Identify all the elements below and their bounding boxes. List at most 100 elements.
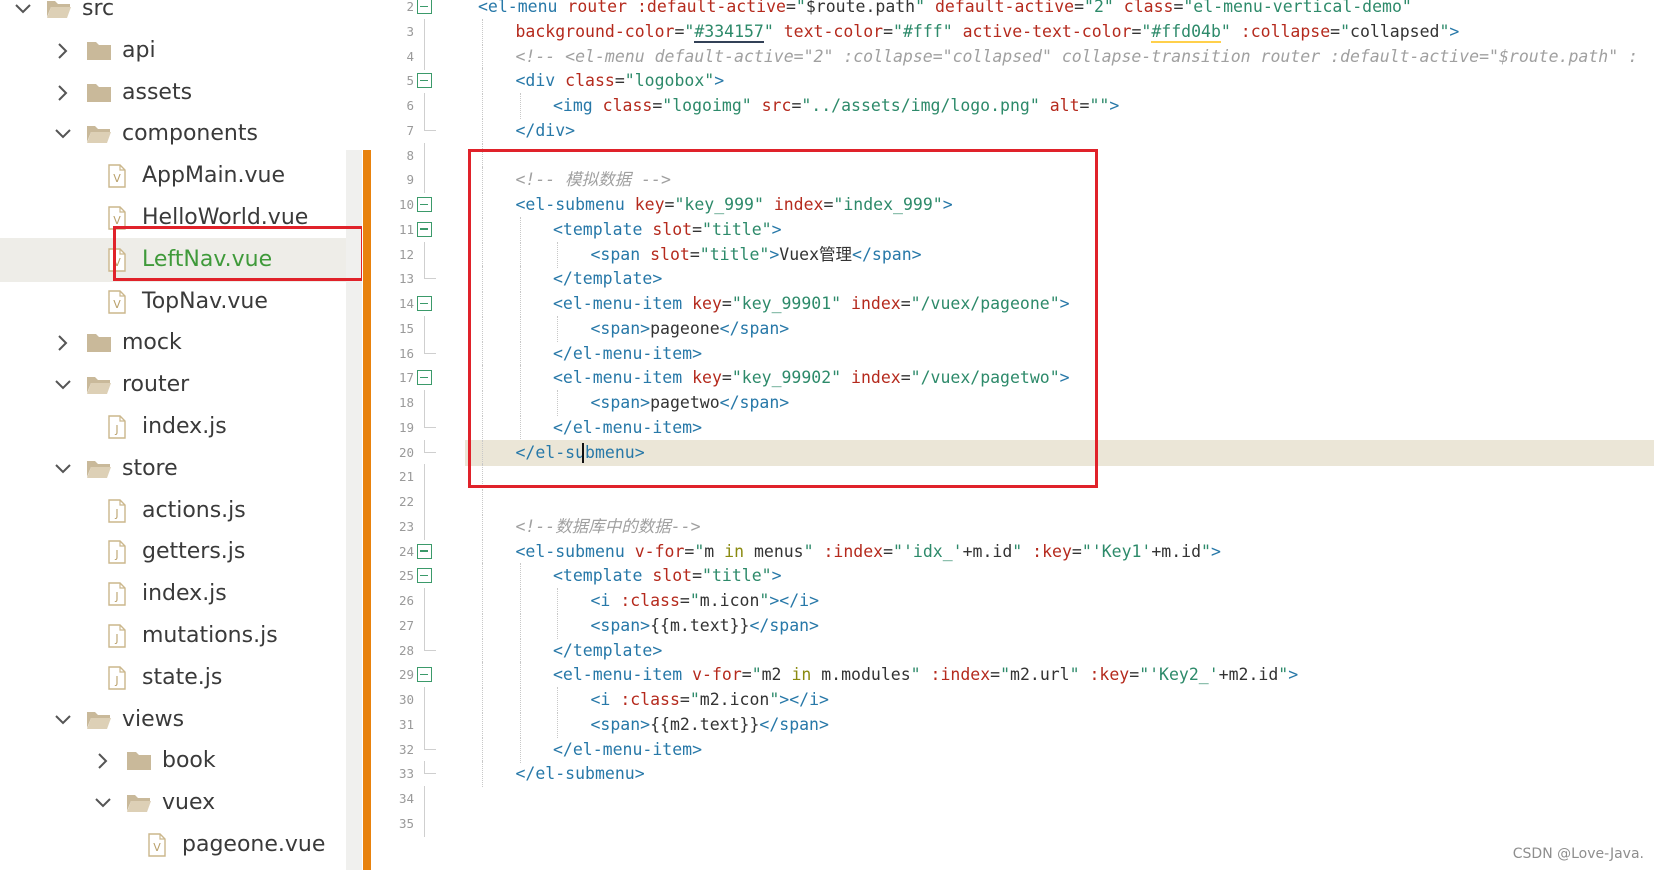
indent-guide [519,736,521,763]
code-line[interactable]: 34 [371,786,1654,812]
folder-open-icon [86,458,112,480]
indent-guide [482,68,483,95]
fold-end-marker [424,748,436,750]
code-token: index [851,368,901,388]
fold-collapse-icon[interactable] [417,221,432,237]
code-line[interactable]: 24 <el-submenu v-for="m in menus" :index=… [371,538,1654,565]
code-line[interactable]: 4 <!-- <el-menu default-active="2" :colla… [371,43,1654,70]
fold-collapse-icon[interactable] [417,568,432,584]
code-line[interactable]: 30 <i :class="m2.icon"></i> [371,687,1654,713]
code-line[interactable]: 35 [371,810,1654,837]
code-line[interactable]: 23 <!--数据库中的数据--> [371,513,1654,540]
tree-file[interactable]: Jmutations.js [0,614,362,658]
code-line[interactable]: 27 <span>{{m.text}}</span> [371,612,1654,639]
code-line[interactable]: 31 <span>{{m2.text}}</span> [371,711,1654,738]
code-line[interactable]: 10 <el-submenu key="key_999" index="index… [371,192,1654,218]
code-token: <i [590,591,621,610]
tree-folder[interactable]: router [0,363,362,407]
fold-collapse-icon[interactable] [417,73,432,89]
code-line[interactable]: 15 <span>pageone</span> [371,315,1654,342]
code-line[interactable]: 14 <el-menu-item key="key_99901" index="/… [371,291,1654,317]
fold-collapse-icon[interactable] [417,197,432,212]
code-text: <!-- <el-menu default-active="2" :collap… [516,44,1639,70]
code-line[interactable]: 5 <div class="logobox"> [371,68,1654,95]
tree-folder[interactable]: store [0,447,362,491]
tree-folder[interactable]: book [0,739,362,783]
code-line[interactable]: 21 [371,464,1654,491]
tree-file[interactable]: Jactions.js [0,489,362,533]
watermark: CSDN @Love-Java. [1512,846,1644,862]
tree-folder[interactable]: views [0,698,362,742]
code-token: " [915,0,935,16]
code-line[interactable]: 33 </el-submenu> [371,761,1654,788]
tree-file[interactable]: Jindex.js [0,572,362,616]
code-line[interactable]: 20 </el-submenu> [371,439,1654,466]
tree-file[interactable]: Jstate.js [0,656,362,700]
fold-collapse-icon[interactable] [417,667,432,683]
tree-folder[interactable]: components [0,112,362,156]
code-line[interactable]: 26 <i :class="m.icon"></i> [371,588,1654,614]
file-explorer: src api assets components V AppMain.vue V Hello… [0,0,362,870]
tree-folder[interactable]: mock [0,321,362,365]
tree-folder[interactable]: vuex [0,781,362,825]
code-line[interactable]: 11 <template slot="title"> [371,216,1654,243]
indent-guide [519,241,521,268]
code-editor[interactable]: 2 <el-menu router :default-active="$route… [371,0,1654,870]
code-line[interactable]: 32 </el-menu-item> [371,736,1654,763]
tree-folder[interactable]: assets [0,71,362,115]
code-line[interactable]: 12 <span slot="title">Vuex管理</span> [371,241,1654,268]
tree-file[interactable]: V AppMain.vue [0,154,362,198]
tree-item-label: TopNav.vue [142,288,268,314]
code-line[interactable]: 6 <img class="logoimg" src="../assets/img… [371,93,1654,119]
tree-file[interactable]: Jgetters.js [0,530,362,574]
code-line[interactable]: 28 </template> [371,637,1654,664]
code-line[interactable]: 22 [371,489,1654,515]
code-text: </el-menu-item> [553,341,702,367]
code-line[interactable]: 25 <template slot="title"> [371,563,1654,590]
fold-end-marker [424,451,436,453]
tree-file[interactable]: V TopNav.vue [0,280,362,324]
chevron-down-icon[interactable] [54,711,72,729]
chevron-right-icon[interactable] [54,84,72,102]
code-token: "logobox" [624,71,715,91]
chevron-down-icon[interactable] [54,460,72,478]
chevron-down-icon[interactable] [54,125,72,143]
tree-file[interactable]: Jindex.js [0,405,362,449]
tree-folder[interactable]: src [0,0,362,31]
chevron-down-icon[interactable] [14,0,32,18]
line-number: 14 [398,296,414,311]
code-token: <el-submenu [515,195,635,214]
code-token: text-color [783,21,884,41]
tree-file[interactable]: Vpageone.vue [0,823,362,867]
fold-collapse-icon[interactable] [417,296,432,311]
code-line[interactable]: 7 </div> [371,117,1654,144]
chevron-right-icon[interactable] [54,334,72,352]
code-line[interactable]: 13 </template> [371,266,1654,293]
code-line[interactable]: 8 [371,142,1654,169]
code-token: <span> [590,318,651,338]
code-line[interactable]: 18 <span>pagetwo</span> [371,390,1654,416]
chevron-right-icon[interactable] [94,752,112,770]
code-token: = [883,541,894,561]
chevron-right-icon[interactable] [54,42,72,60]
fold-collapse-icon[interactable] [417,543,432,559]
code-token: " [689,591,700,610]
chevron-down-icon[interactable] [94,794,112,812]
pane-divider[interactable] [363,150,371,870]
vue-file-icon: V [106,289,132,314]
code-line[interactable]: 2 <el-menu router :default-active="$route… [371,0,1654,20]
code-text: </el-submenu> [516,440,645,466]
line-number: 33 [398,766,414,782]
code-line[interactable]: 17 <el-menu-item key="key_99902" index="/… [371,365,1654,392]
code-token: active-text-color [962,21,1132,41]
code-line[interactable]: 29 <el-menu-item v-for="m2 in m.modules" … [371,662,1654,689]
fold-collapse-icon[interactable] [417,370,432,386]
tree-folder[interactable]: api [0,29,362,73]
code-line[interactable]: 16 </el-menu-item> [371,340,1654,367]
code-line[interactable]: 19 </el-menu-item> [371,414,1654,441]
code-token: " [763,21,784,41]
code-line[interactable]: 9 <!-- 模拟数据 --> [371,167,1654,194]
code-line[interactable]: 3 background-color="#334157" text-color="… [371,18,1654,45]
chevron-down-icon[interactable] [54,376,72,394]
fold-collapse-icon[interactable] [417,0,432,14]
